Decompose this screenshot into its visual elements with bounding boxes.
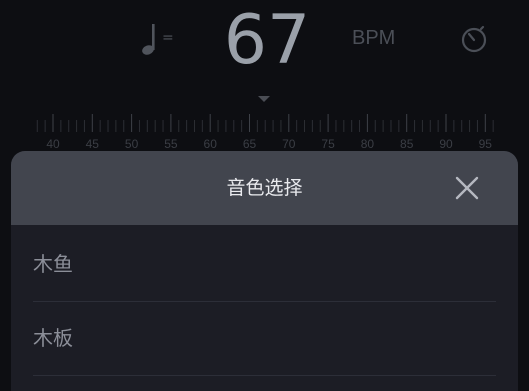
sound-select-sheet: 音色选择 木鱼 木板 [11,151,518,391]
list-item-label: 木板 [33,326,73,350]
timer-icon[interactable] [458,23,490,55]
ruler-tick-label: 85 [400,137,414,151]
sheet-title: 音色选择 [226,177,303,199]
ruler-tick-label: 60 [204,137,218,151]
list-item[interactable]: 木板 [33,301,496,376]
note-equals-sign: = [162,30,174,46]
ruler-tick-label: 55 [164,137,178,151]
ruler-tick-label: 65 [243,137,257,151]
ruler-tick-label: 45 [86,137,100,151]
list-item[interactable]: 木鱼 [33,227,496,302]
ruler-tick-label: 50 [125,137,139,151]
bpm-value[interactable]: 67 [212,2,322,82]
tempo-ruler[interactable]: 40 45 50 55 60 65 70 75 80 85 90 95 [0,108,529,156]
list-item-label: 木鱼 [33,252,73,276]
ruler-tick-label: 95 [479,137,493,151]
bpm-unit-label: BPM [352,27,396,49]
ruler-tick-label: 40 [46,137,60,151]
sheet-header: 音色选择 [11,151,518,225]
ruler-tick-label: 90 [439,137,453,151]
tempo-pointer-icon [258,96,270,102]
close-icon[interactable] [454,175,480,201]
ruler-tick-label: 70 [282,137,296,151]
ruler-tick-label: 80 [361,137,375,151]
ruler-tick-label: 75 [321,137,335,151]
